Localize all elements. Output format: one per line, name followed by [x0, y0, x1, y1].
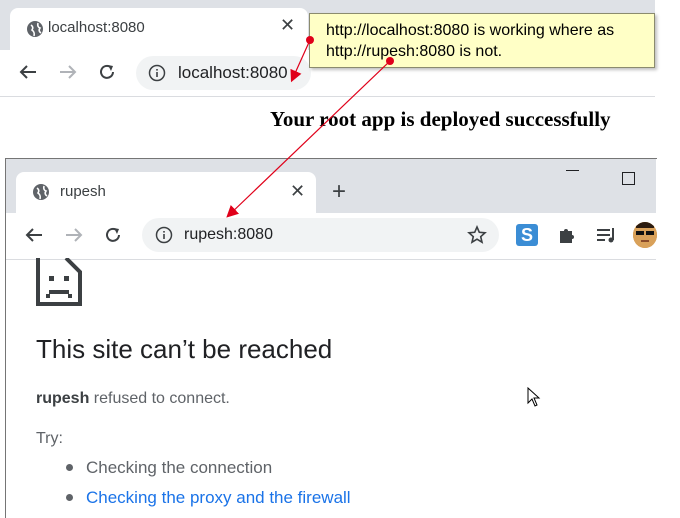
- arrow-to-rupesh: [226, 60, 391, 218]
- arrow-to-localhost: [290, 39, 311, 83]
- callout-arrows: [226, 36, 394, 218]
- arrow-dot: [306, 36, 314, 44]
- arrow-dot: [386, 57, 394, 65]
